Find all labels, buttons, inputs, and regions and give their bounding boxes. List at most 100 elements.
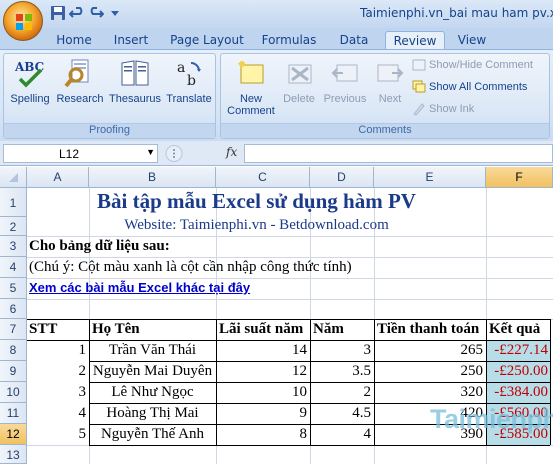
cell-name[interactable]: Nguyễn Mai Duyên xyxy=(89,363,216,380)
cell-stt[interactable]: 5 xyxy=(27,426,87,443)
cell-stt[interactable]: 1 xyxy=(27,342,87,359)
row-header-11[interactable]: 11 xyxy=(0,403,27,424)
previous-comment-button[interactable]: Previous xyxy=(321,57,369,105)
cell-name[interactable]: Lê Như Ngọc xyxy=(89,384,216,401)
tab-insert[interactable]: Insert xyxy=(108,31,154,50)
research-button[interactable]: Research xyxy=(56,57,104,105)
tab-view[interactable]: View xyxy=(452,31,492,50)
row-header-9[interactable]: 9 xyxy=(0,361,27,382)
cell-payment[interactable]: 265 xyxy=(374,342,484,359)
gridline xyxy=(27,257,553,258)
office-button[interactable] xyxy=(3,1,43,41)
row-header-10[interactable]: 10 xyxy=(0,382,27,403)
chevron-down-icon[interactable]: ▼ xyxy=(146,147,155,157)
cell-name[interactable]: Nguyễn Thế Anh xyxy=(89,426,216,443)
select-all-corner[interactable] xyxy=(0,167,27,188)
translate-button[interactable]: a b Translate xyxy=(164,57,214,105)
next-label: Next xyxy=(378,93,402,105)
show-hide-label: Show/Hide Comment xyxy=(429,59,533,71)
spelling-label: Spelling xyxy=(10,93,50,105)
proofing-group-label: Proofing xyxy=(4,123,215,138)
save-icon[interactable] xyxy=(50,5,66,21)
header-years: Năm xyxy=(313,321,344,337)
show-ink-icon xyxy=(413,103,425,116)
column-header-e[interactable]: E xyxy=(374,167,486,188)
thesaurus-icon xyxy=(121,60,149,86)
cell-stt[interactable]: 2 xyxy=(27,363,87,380)
header-payment: Tiền thanh toán xyxy=(377,321,480,337)
cell-payment[interactable]: 320 xyxy=(374,384,484,401)
previous-comment-icon xyxy=(331,64,358,82)
formula-input[interactable] xyxy=(244,144,553,163)
tab-home[interactable]: Home xyxy=(53,31,95,50)
cell-rate[interactable]: 12 xyxy=(216,363,307,380)
show-all-label: Show All Comments xyxy=(429,81,528,93)
show-all-comments-button[interactable]: Show All Comments xyxy=(412,78,527,96)
name-box-value: L12 xyxy=(59,147,80,161)
row-header-5[interactable]: 5 xyxy=(0,278,27,299)
cell-years[interactable]: 3 xyxy=(310,342,372,359)
row-header-1[interactable]: 1 xyxy=(0,188,27,217)
insert-function-button[interactable]: fx xyxy=(226,145,237,159)
new-comment-button[interactable]: New Comment xyxy=(225,57,277,117)
comments-group-label: Comments xyxy=(221,123,549,138)
window-title: Taimienphi.vn_bai mau ham pv.xlsx xyxy=(360,6,553,20)
thesaurus-button[interactable]: Thesaurus xyxy=(108,57,162,105)
ribbon-tabs: Home Insert Page Layout Formulas Data Re… xyxy=(0,28,553,50)
tab-formulas[interactable]: Formulas xyxy=(258,31,320,50)
customize-qat-icon[interactable] xyxy=(107,5,123,21)
redo-icon[interactable] xyxy=(88,5,105,21)
row-header-2[interactable]: 2 xyxy=(0,217,27,236)
show-ink-button[interactable]: Show Ink xyxy=(412,100,474,118)
new-comment-icon xyxy=(238,61,264,84)
cell-rate[interactable]: 14 xyxy=(216,342,307,359)
column-header-b[interactable]: B xyxy=(89,167,216,188)
cell-years[interactable]: 4.5 xyxy=(310,405,371,422)
row-header-4[interactable]: 4 xyxy=(0,257,27,278)
title-bar: Taimienphi.vn_bai mau ham pv.xlsx xyxy=(0,0,553,28)
tab-data[interactable]: Data xyxy=(332,31,376,50)
cell-result[interactable]: -£250.00 xyxy=(486,363,548,380)
row-header-8[interactable]: 8 xyxy=(0,340,27,361)
cell-years[interactable]: 3.5 xyxy=(310,363,371,380)
cell-result[interactable]: -£384.00 xyxy=(486,384,548,401)
research-label: Research xyxy=(56,93,104,105)
column-header-f[interactable]: F xyxy=(486,167,553,188)
new-comment-label-line2: Comment xyxy=(227,105,275,117)
column-header-d[interactable]: D xyxy=(310,167,374,188)
tab-page-layout[interactable]: Page Layout xyxy=(168,31,246,50)
more-examples-link[interactable]: Xem các bài mẫu Excel khác tại đây xyxy=(29,280,250,295)
thesaurus-label: Thesaurus xyxy=(109,93,161,105)
header-name: Họ Tên xyxy=(92,321,140,337)
cell-rate[interactable]: 9 xyxy=(216,405,308,422)
name-box[interactable]: L12 ▼ xyxy=(3,144,158,163)
cell-name[interactable]: Hoàng Thị Mai xyxy=(89,405,216,422)
cell-rate[interactable]: 8 xyxy=(216,426,308,443)
cell-rate[interactable]: 10 xyxy=(216,384,307,401)
undo-icon[interactable] xyxy=(68,5,85,21)
tab-review[interactable]: Review xyxy=(385,31,445,50)
column-header-a[interactable]: A xyxy=(27,167,89,188)
row-header-13[interactable]: 13 xyxy=(0,445,27,464)
delete-comment-button[interactable]: Delete xyxy=(279,57,319,105)
sheet-title: Bài tập mẫu Excel sử dụng hàm PV xyxy=(97,189,416,213)
cell-years[interactable]: 2 xyxy=(310,384,372,401)
row-header-12[interactable]: 12 xyxy=(0,424,27,445)
spelling-button[interactable]: ABC Spelling xyxy=(8,57,52,105)
cell-payment[interactable]: 250 xyxy=(374,363,484,380)
new-comment-label-line1: New xyxy=(239,93,262,105)
row-header-6[interactable]: 6 xyxy=(0,299,27,319)
row-header-3[interactable]: 3 xyxy=(0,236,27,257)
show-hide-comment-button[interactable]: Show/Hide Comment xyxy=(412,56,533,74)
translate-label: Translate xyxy=(166,93,212,105)
previous-label: Previous xyxy=(323,93,367,105)
row-header-7[interactable]: 7 xyxy=(0,319,27,340)
table-border xyxy=(89,361,550,362)
cell-result[interactable]: -£227.14 xyxy=(486,342,548,359)
cell-name[interactable]: Trần Văn Thái xyxy=(89,342,216,359)
cell-stt[interactable]: 3 xyxy=(27,384,87,401)
next-comment-button[interactable]: Next xyxy=(371,57,409,105)
cell-years[interactable]: 4 xyxy=(310,426,372,443)
column-header-c[interactable]: C xyxy=(216,167,310,188)
cell-stt[interactable]: 4 xyxy=(27,405,87,422)
